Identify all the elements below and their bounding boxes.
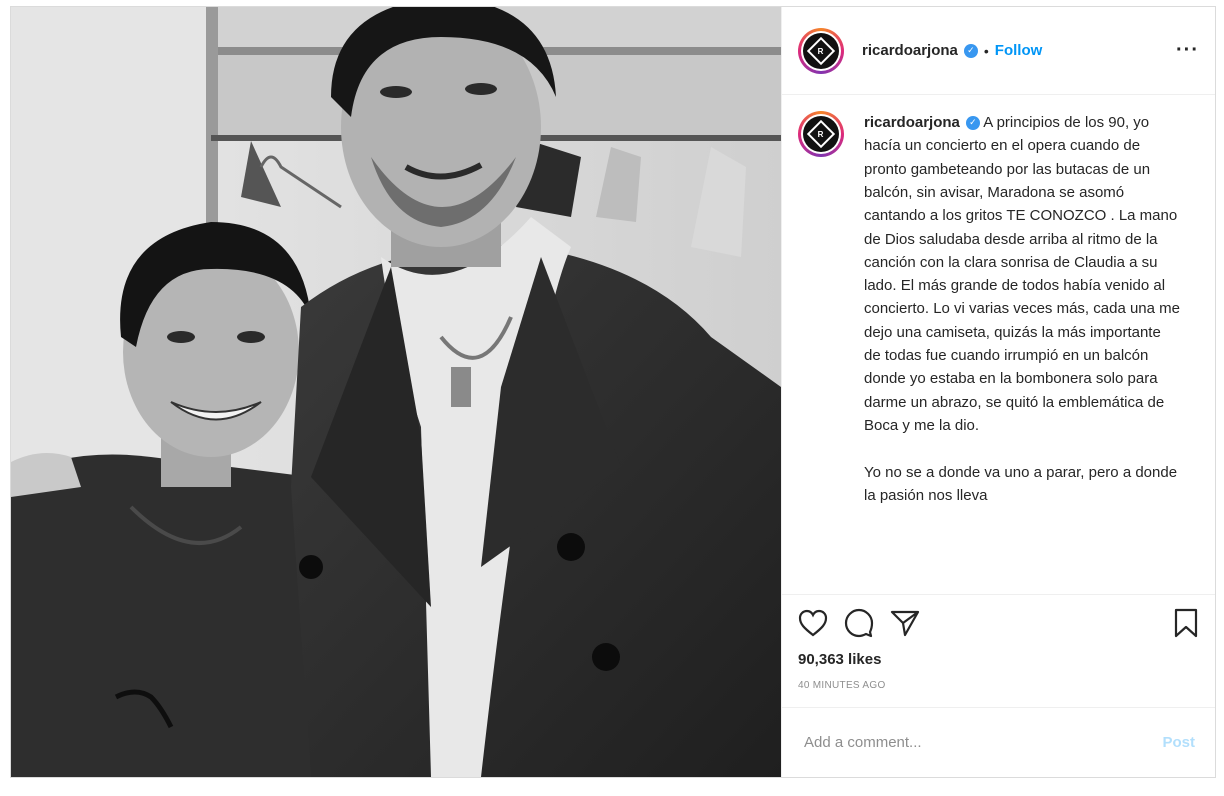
comment-row: Post: [782, 706, 1215, 777]
post-sidebar: R ricardoarjona ✓ • Follow ··· R ricardo…: [781, 7, 1215, 777]
share-icon[interactable]: [890, 609, 920, 637]
caption-body-2: Yo no se a donde va uno a parar, pero a …: [864, 463, 1182, 504]
post-timestamp[interactable]: 40 MINUTES AGO: [798, 680, 1199, 707]
action-icons: [798, 595, 1199, 651]
post-photo[interactable]: [11, 7, 781, 777]
separator-dot: •: [983, 42, 989, 59]
caption-avatar[interactable]: R: [798, 111, 844, 158]
verified-badge-icon: ✓: [963, 43, 978, 58]
follow-button[interactable]: Follow: [995, 42, 1043, 59]
caption-username[interactable]: ricardoarjona: [864, 114, 960, 131]
post-comment-button[interactable]: Post: [1162, 734, 1195, 751]
instagram-post: R ricardoarjona ✓ • Follow ··· R ricardo…: [10, 6, 1216, 778]
photo-illustration: [11, 7, 781, 777]
avatar-logo-icon: R: [806, 119, 836, 149]
likes-count[interactable]: 90,363 likes: [798, 651, 1199, 668]
verified-badge-icon: ✓: [965, 116, 980, 131]
caption-section: R ricardoarjona ✓ A principios de los 90,…: [782, 95, 1215, 594]
bookmark-icon[interactable]: [1173, 608, 1199, 638]
comment-input[interactable]: [802, 732, 1163, 752]
avatar-logo-icon: R: [806, 36, 836, 65]
heart-icon[interactable]: [798, 609, 828, 637]
actions-block: 90,363 likes 40 MINUTES AGO: [782, 593, 1215, 707]
more-options-icon[interactable]: ···: [1176, 39, 1199, 62]
comment-icon[interactable]: [844, 608, 874, 638]
post-header: R ricardoarjona ✓ • Follow ···: [782, 7, 1215, 96]
avatar[interactable]: R: [798, 27, 844, 74]
caption-body: A principios de los 90, yo hacía un conc…: [864, 114, 1185, 434]
caption-text: ricardoarjona ✓ A principios de los 90, y…: [864, 111, 1180, 594]
username-link[interactable]: ricardoarjona: [862, 42, 958, 59]
